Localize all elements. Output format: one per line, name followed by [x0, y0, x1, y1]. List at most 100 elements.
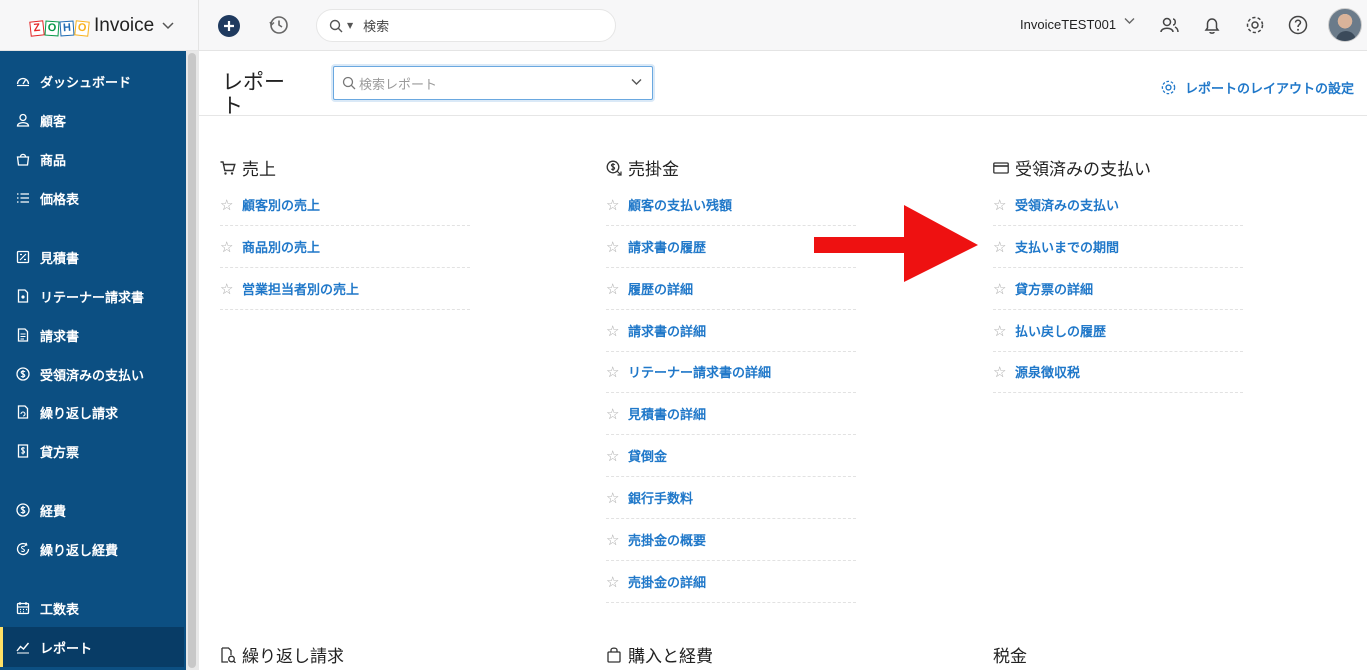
report-link-label: 銀行手数料 — [628, 492, 694, 507]
section-recurring-invoices-title: 繰り返し請求 — [220, 642, 344, 667]
sidebar-item-recurring-expenses[interactable]: 繰り返し経費 — [0, 530, 184, 568]
star-icon[interactable]: ☆ — [606, 363, 628, 381]
section-title-label: 購入と経費 — [628, 647, 713, 667]
report-link[interactable]: ☆ 受領済みの支払い — [993, 184, 1243, 226]
section-title-label: 売掛金 — [628, 160, 679, 180]
sidebar-item-credit-notes[interactable]: 貸方票 — [0, 432, 184, 470]
sidebar-item-retainer-invoices[interactable]: リテーナー請求書 — [0, 277, 184, 315]
star-icon[interactable]: ☆ — [606, 447, 628, 465]
report-link[interactable]: ☆ 営業担当者別の売上 — [220, 268, 470, 310]
report-link[interactable]: ☆ 貸方票の詳細 — [993, 268, 1243, 310]
report-link[interactable]: ☆ 貸倒金 — [606, 435, 856, 477]
section-taxes-title: 税金 — [993, 642, 1027, 667]
section-sales-title: 売上 — [220, 155, 276, 180]
star-icon[interactable]: ☆ — [606, 322, 628, 340]
sidebar-item-reports[interactable]: レポート — [0, 627, 184, 667]
search-filter-caret-icon[interactable]: ▼ — [347, 21, 353, 30]
annotation-arrow-icon — [814, 205, 978, 282]
sidebar-item-invoices[interactable]: 請求書 — [0, 316, 184, 354]
logo-letter-h: H — [59, 20, 75, 36]
star-icon[interactable]: ☆ — [993, 363, 1015, 381]
report-link[interactable]: ☆ 売掛金の詳細 — [606, 561, 856, 603]
star-icon[interactable]: ☆ — [993, 196, 1015, 214]
report-link[interactable]: ☆ リテーナー請求書の詳細 — [606, 351, 856, 393]
sidebar-item-label: 貸方票 — [40, 445, 80, 461]
report-link[interactable]: ☆ 支払いまでの期間 — [993, 226, 1243, 268]
search-icon — [329, 19, 343, 32]
app-switcher[interactable]: ZOHO Invoice — [0, 0, 199, 51]
section-purchases-expenses-title: 購入と経費 — [606, 642, 713, 667]
chevron-down-icon[interactable] — [631, 76, 642, 89]
gear-icon[interactable] — [1244, 14, 1266, 36]
star-icon[interactable]: ☆ — [993, 280, 1015, 298]
report-search-placeholder: 検索レポート — [359, 77, 438, 93]
sidebar-item-dashboard[interactable]: ダッシュボード — [0, 62, 184, 100]
report-link-label: 顧客別の売上 — [242, 199, 321, 214]
star-icon[interactable]: ☆ — [993, 238, 1015, 256]
user-switch-icon[interactable] — [1158, 14, 1180, 36]
price-list-icon — [17, 193, 29, 203]
logo-letter-o: O — [44, 20, 60, 36]
sidebar-item-label: 繰り返し経費 — [40, 543, 119, 559]
star-icon[interactable]: ☆ — [606, 405, 628, 423]
report-link[interactable]: ☆ 見積書の詳細 — [606, 393, 856, 435]
star-icon[interactable]: ☆ — [606, 280, 628, 298]
sidebar-item-items[interactable]: 商品 — [0, 140, 184, 178]
report-link-label: 営業担当者別の売上 — [242, 283, 360, 298]
recurring-doc-icon — [221, 646, 236, 663]
section-payments-received-title: 受領済みの支払い — [993, 155, 1151, 180]
star-icon[interactable]: ☆ — [220, 238, 242, 256]
avatar[interactable] — [1328, 8, 1362, 42]
star-icon[interactable]: ☆ — [220, 280, 242, 298]
sidebar-item-label: 商品 — [40, 153, 67, 169]
report-link-label: 支払いまでの期間 — [1015, 241, 1120, 256]
payment-received-icon — [16, 367, 30, 381]
bag-icon — [607, 646, 621, 663]
chevron-down-icon[interactable] — [1124, 15, 1135, 28]
report-link-label: 見積書の詳細 — [628, 408, 707, 423]
search-icon — [342, 76, 356, 90]
sidebar-scrollbar-thumb[interactable] — [188, 53, 196, 668]
logo-letter-o2: O — [74, 19, 90, 37]
star-icon[interactable]: ☆ — [606, 531, 628, 549]
star-icon[interactable]: ☆ — [606, 573, 628, 591]
expense-icon — [16, 503, 30, 517]
retainer-invoice-icon — [17, 289, 29, 303]
section-title-label: 税金 — [993, 647, 1027, 667]
star-icon[interactable]: ☆ — [606, 489, 628, 507]
quick-create-button[interactable] — [218, 15, 240, 37]
customer-icon — [16, 113, 30, 127]
sidebar-item-recurring-invoices[interactable]: 繰り返し請求 — [0, 393, 184, 431]
report-link[interactable]: ☆ 源泉徴収税 — [993, 351, 1243, 393]
report-link[interactable]: ☆ 請求書の詳細 — [606, 310, 856, 352]
report-link[interactable]: ☆ 銀行手数料 — [606, 477, 856, 519]
star-icon[interactable]: ☆ — [606, 238, 628, 256]
sidebar-item-label: 受領済みの支払い — [40, 368, 145, 384]
reports-icon — [16, 642, 30, 654]
help-icon[interactable] — [1287, 14, 1309, 36]
sidebar-item-estimates[interactable]: 見積書 — [0, 238, 184, 276]
global-search-input[interactable]: ▼ 検索 — [316, 9, 616, 42]
sidebar-item-payments-received[interactable]: 受領済みの支払い — [0, 355, 184, 393]
bell-icon[interactable] — [1201, 14, 1223, 36]
star-icon[interactable]: ☆ — [220, 196, 242, 214]
report-link[interactable]: ☆ 商品別の売上 — [220, 226, 470, 268]
report-link[interactable]: ☆ 売掛金の概要 — [606, 519, 856, 561]
header-divider — [199, 115, 1367, 116]
report-link-label: 商品別の売上 — [242, 241, 321, 256]
history-icon[interactable] — [268, 14, 290, 36]
section-title-label: 売上 — [242, 160, 276, 180]
report-link[interactable]: ☆ 払い戻しの履歴 — [993, 310, 1243, 352]
report-layout-settings-link[interactable]: レポートのレイアウトの設定 — [1160, 78, 1354, 97]
organization-name[interactable]: InvoiceTEST001 — [1020, 17, 1116, 32]
invoice-icon — [17, 328, 29, 342]
star-icon[interactable]: ☆ — [993, 322, 1015, 340]
star-icon[interactable]: ☆ — [606, 196, 628, 214]
sidebar-item-price-list[interactable]: 価格表 — [0, 179, 184, 217]
report-search-input[interactable]: 検索レポート — [333, 66, 653, 100]
sidebar-item-timesheet[interactable]: 工数表 — [0, 589, 184, 627]
sidebar-item-label: 工数表 — [40, 602, 80, 618]
report-link[interactable]: ☆ 顧客別の売上 — [220, 184, 470, 226]
sidebar-item-expenses[interactable]: 経費 — [0, 491, 184, 529]
sidebar-item-customers[interactable]: 顧客 — [0, 101, 184, 139]
